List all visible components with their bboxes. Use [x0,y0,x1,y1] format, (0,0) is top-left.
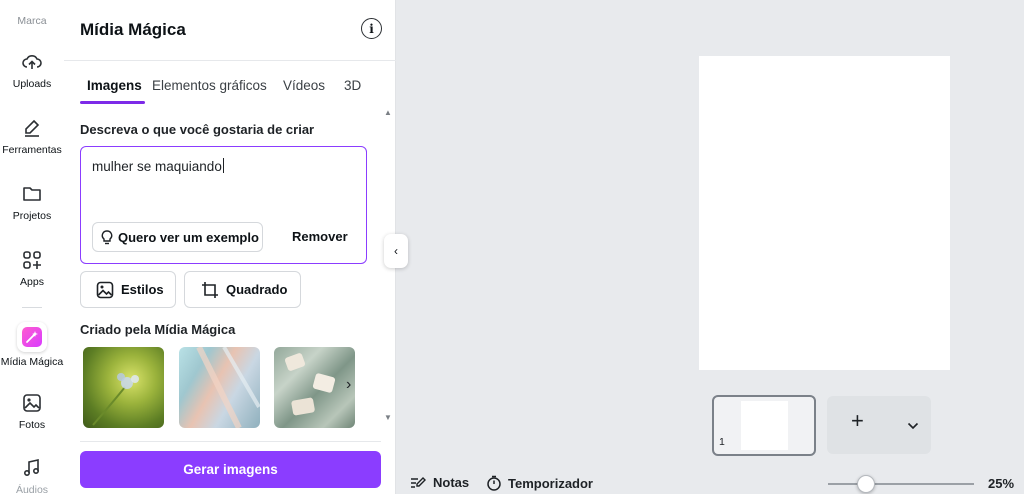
styles-button-label: Estilos [121,282,164,297]
chevron-right-icon[interactable]: › [346,376,351,394]
notes-icon [410,476,427,490]
rail-item-uploads[interactable]: Uploads [0,51,64,90]
plus-icon: + [851,408,864,433]
tab-videos[interactable]: Vídeos [283,78,325,93]
page-thumbnail[interactable]: 1 [712,395,816,456]
folder-icon [21,183,43,205]
rail-separator [22,307,42,308]
scroll-up-arrow[interactable]: ▲ [384,108,392,117]
aspect-ratio-button[interactable]: Quadrado [184,271,301,308]
panel-title: Mídia Mágica [80,20,186,39]
sample-image-glass[interactable] [179,347,260,428]
example-button-label: Quero ver um exemplo [118,229,259,245]
info-icon[interactable]: i [361,18,382,39]
timer-icon [486,475,502,491]
zoom-value[interactable]: 25% [988,476,1014,491]
rail-item-ferramentas[interactable]: Ferramentas [0,117,64,156]
rail-label-ferramentas: Ferramentas [2,144,62,156]
zoom-slider-handle[interactable] [857,475,875,493]
image-style-icon [96,281,114,299]
lightbulb-icon [101,229,113,245]
rail-item-audios[interactable]: Áudios [0,457,64,494]
rail-label-audios: Áudios [15,484,49,494]
prompt-textarea[interactable]: mulher se maquiando Quero ver um exemplo… [80,146,367,264]
scroll-down-arrow[interactable]: ▼ [384,413,392,422]
styles-button[interactable]: Estilos [80,271,176,308]
upload-cloud-icon [21,51,43,73]
tab-elementos-graficos[interactable]: Elementos gráficos [152,78,267,93]
rail-label-apps: Apps [20,276,44,288]
active-tab-indicator [80,101,145,104]
rail-label-fotos: Fotos [18,419,46,431]
collapse-panel-button[interactable]: ‹ [384,234,408,268]
pen-tool-icon [21,117,43,139]
music-note-icon [21,457,43,479]
page-thumbnail-preview [741,401,788,450]
left-rail: Marca Uploads Ferramentas Projetos Apps … [0,0,64,494]
example-button[interactable]: Quero ver um exemplo [92,222,263,252]
created-by-label: Criado pela Mídia Mágica [80,322,236,337]
sample-image-stones[interactable] [274,347,355,428]
aspect-ratio-label: Quadrado [226,282,288,297]
zoom-slider-track[interactable] [828,483,974,485]
magic-media-icon [22,327,42,347]
notes-button[interactable]: Notas [410,475,469,490]
timer-label: Temporizador [508,475,593,491]
panel-bottom-divider [80,441,381,442]
chevron-left-icon: ‹ [394,244,398,258]
rail-label-projetos: Projetos [12,210,52,222]
rail-item-apps[interactable]: Apps [0,249,64,288]
prompt-text[interactable]: mulher se maquiando [92,158,224,174]
glass-illustration [196,347,260,428]
crop-icon [201,281,219,299]
prompt-label: Descreva o que você gostaria de criar [80,122,315,137]
stones-illustration [284,353,336,416]
rail-label-midia-magica: Mídia Mágica [0,356,64,368]
sample-image-flower[interactable] [83,347,164,428]
brand-label[interactable]: Marca [0,15,64,27]
design-page[interactable] [699,56,950,370]
rail-item-projetos[interactable]: Projetos [0,183,64,222]
generate-images-button[interactable]: Gerar imagens [80,451,381,488]
timer-button[interactable]: Temporizador [486,475,593,491]
rail-item-fotos[interactable]: Fotos [0,392,64,431]
page-number: 1 [719,436,725,448]
tab-imagens[interactable]: Imagens [87,78,142,93]
flower-illustration [92,373,139,426]
image-icon [21,392,43,414]
prompt-value: mulher se maquiando [92,159,222,174]
tab-3d[interactable]: 3D [344,78,361,93]
rail-item-midia-magica[interactable]: Mídia Mágica [0,322,64,368]
remove-button[interactable]: Remover [292,229,348,244]
rail-label-uploads: Uploads [12,78,52,90]
apps-grid-icon [21,249,43,271]
panel-divider [64,60,396,61]
magic-media-tile [17,322,47,352]
chevron-down-icon[interactable] [907,417,919,435]
notes-label: Notas [433,475,470,490]
magic-media-panel: Mídia Mágica i Imagens Elementos gráfico… [64,0,396,494]
add-page-button[interactable]: + [827,396,931,454]
text-caret [222,158,224,173]
